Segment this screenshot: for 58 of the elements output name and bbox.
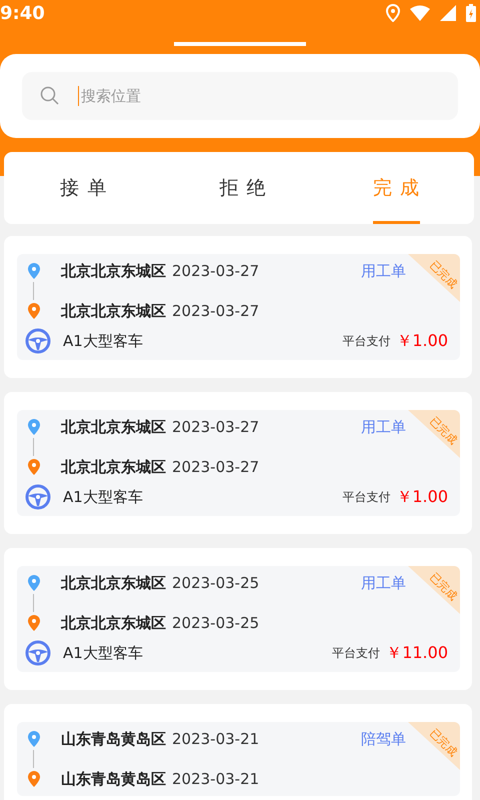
order-type: 用工单	[361, 418, 406, 436]
location-pin-icon	[27, 419, 41, 435]
payment-text: 平台支付	[342, 488, 390, 506]
location-pin-icon	[27, 575, 41, 591]
location-pin-icon	[27, 459, 41, 475]
location-icon	[386, 4, 400, 22]
date-text: 2023-03-21	[172, 770, 260, 788]
status-label: 已完成	[426, 258, 460, 292]
destination-text: 山东青岛黄岛区	[61, 770, 166, 788]
date-text: 2023-03-27	[172, 302, 260, 320]
order-card[interactable]: 已完成 山东青岛黄岛区 2023-03-21 陪驾单 山东青岛黄岛区 2023-03-21	[4, 704, 472, 800]
location-pin-icon	[27, 263, 41, 279]
origin-text: 北京北京东城区	[61, 418, 166, 436]
location-pin-icon	[27, 303, 41, 319]
vehicle-text: A1大型客车	[63, 644, 143, 662]
destination-text: 北京北京东城区	[61, 458, 166, 476]
steering-wheel-icon	[25, 640, 51, 666]
payment-text: 平台支付	[332, 644, 380, 662]
origin-text: 北京北京东城区	[61, 574, 166, 592]
signal-icon	[440, 5, 456, 21]
order-card[interactable]: 已完成 北京北京东城区 2023-03-27 用工单 北京北京东城区 2023-03-27 A1大型客车 平台支付 ￥1.00	[4, 236, 472, 378]
status-label: 已完成	[426, 726, 460, 760]
search-field[interactable]: 搜索位置	[78, 86, 440, 106]
tab[interactable]: 接 单	[4, 152, 164, 224]
order-card[interactable]: 已完成 北京北京东城区 2023-03-27 用工单 北京北京东城区 2023-03-27 A1大型客车 平台支付 ￥1.00	[4, 392, 472, 534]
order-type: 用工单	[361, 262, 406, 280]
location-pin-icon	[27, 731, 41, 747]
battery-icon	[466, 4, 476, 22]
status-label: 已完成	[426, 414, 460, 448]
destination-text: 北京北京东城区	[61, 614, 166, 632]
destination-text: 北京北京东城区	[61, 302, 166, 320]
price-text: ￥1.00	[396, 330, 448, 352]
tab[interactable]: 拒 绝	[163, 152, 323, 224]
order-card[interactable]: 已完成 北京北京东城区 2023-03-25 用工单 北京北京东城区 2023-03-25 A1大型客车 平台支付 ￥11.00	[4, 548, 472, 690]
date-text: 2023-03-27	[172, 458, 260, 476]
order-type: 陪驾单	[361, 730, 406, 748]
date-text: 2023-03-21	[172, 730, 260, 748]
steering-wheel-icon	[25, 484, 51, 510]
origin-text: 北京北京东城区	[61, 262, 166, 280]
date-text: 2023-03-27	[172, 262, 260, 280]
price-text: ￥1.00	[396, 486, 448, 508]
location-pin-icon	[27, 771, 41, 787]
search-icon	[40, 86, 60, 106]
date-text: 2023-03-27	[172, 418, 260, 436]
origin-text: 山东青岛黄岛区	[61, 730, 166, 748]
date-text: 2023-03-25	[172, 574, 260, 592]
search-bar[interactable]: 搜索位置	[22, 72, 458, 120]
vehicle-text: A1大型客车	[63, 488, 143, 506]
price-text: ￥11.00	[386, 642, 448, 664]
payment-text: 平台支付	[342, 332, 390, 350]
wifi-icon	[410, 5, 430, 21]
vehicle-text: A1大型客车	[63, 332, 143, 350]
date-text: 2023-03-25	[172, 614, 260, 632]
location-pin-icon	[27, 615, 41, 631]
status-label: 已完成	[426, 570, 460, 604]
steering-wheel-icon	[25, 328, 51, 354]
order-type: 用工单	[361, 574, 406, 592]
status-time: 9:40	[0, 2, 45, 24]
